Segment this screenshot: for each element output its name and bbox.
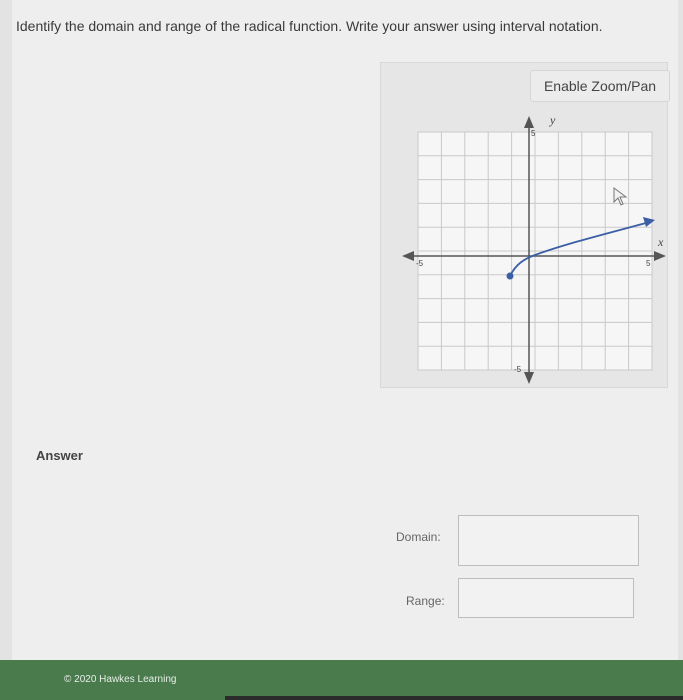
question-text: Identify the domain and range of the rad…	[16, 18, 603, 34]
x-axis-label: x	[657, 235, 664, 249]
curve-start-point	[506, 272, 514, 280]
grid-lines	[417, 131, 653, 371]
x-axis-right-arrow-icon	[654, 251, 666, 261]
x-axis-left-arrow-icon	[402, 251, 414, 261]
answer-heading: Answer	[36, 448, 83, 463]
y-bottom-tick-label: -5	[514, 365, 522, 374]
range-input[interactable]	[458, 578, 634, 618]
graph-canvas[interactable]: y x 5 -5 -5 5	[400, 110, 670, 390]
range-label: Range:	[406, 594, 445, 608]
domain-input[interactable]	[458, 515, 639, 566]
enable-zoom-pan-button[interactable]: Enable Zoom/Pan	[530, 70, 670, 102]
domain-label: Domain:	[396, 530, 441, 544]
x-left-tick-label: -5	[416, 259, 424, 268]
footer-bottom-edge	[225, 696, 683, 700]
y-axis-down-arrow-icon	[524, 372, 534, 384]
y-top-tick-label: 5	[531, 129, 536, 138]
x-right-tick-label: 5	[646, 259, 651, 268]
y-axis-label: y	[549, 113, 556, 127]
correct-banner-edge	[552, 0, 642, 6]
y-axis-up-arrow-icon	[524, 116, 534, 128]
copyright-text: © 2020 Hawkes Learning	[64, 674, 177, 685]
